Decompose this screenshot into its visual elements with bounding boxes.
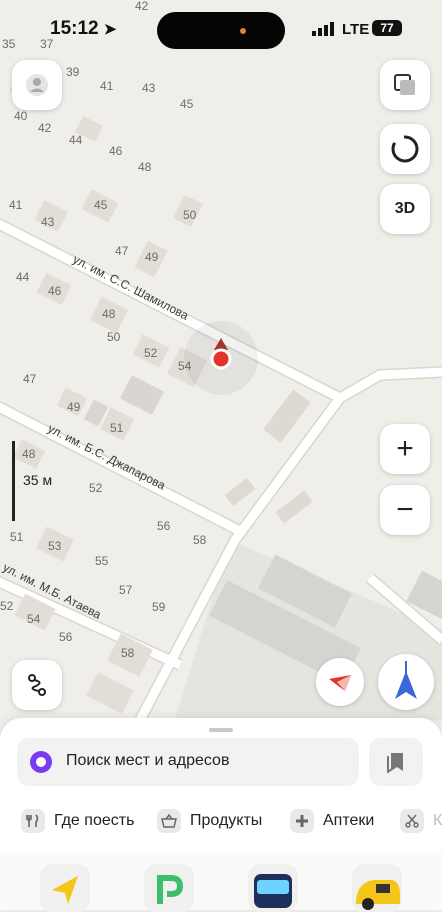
category-label: Где поесть [54, 812, 135, 829]
category-pharmacy[interactable]: Аптеки [290, 806, 374, 836]
scissors-icon [400, 809, 424, 833]
house-number: 46 [48, 284, 62, 298]
category-label: К [433, 812, 442, 829]
house-number: 44 [16, 270, 30, 284]
status-bar: 15:12 ➤ LTE 77 [0, 0, 442, 56]
route-button[interactable] [12, 660, 62, 710]
navigation-arrow-icon [395, 661, 417, 699]
house-number: 47 [23, 372, 37, 386]
house-number: 56 [157, 519, 171, 533]
house-number: 45 [180, 97, 194, 111]
house-number: 39 [66, 65, 80, 79]
house-number: 44 [69, 133, 83, 147]
basket-icon [157, 809, 181, 833]
house-number: 47 [115, 244, 129, 258]
transit-tab[interactable] [248, 864, 298, 912]
fork-knife-icon [21, 809, 45, 833]
pharmacy-cross-icon [290, 809, 314, 833]
house-number: 51 [110, 421, 124, 435]
battery-indicator: 77 [372, 20, 402, 36]
house-number: 52 [89, 481, 103, 495]
house-number: 49 [67, 400, 81, 414]
signal-icon [312, 22, 334, 36]
house-number: 53 [48, 539, 62, 553]
house-number: 45 [94, 198, 108, 212]
house-number: 56 [59, 630, 73, 644]
house-number: 41 [100, 79, 114, 93]
profile-button[interactable] [12, 60, 62, 110]
house-number: 41 [9, 198, 23, 212]
zoom-out-button[interactable]: − [380, 485, 430, 535]
category-salon[interactable]: К [400, 806, 442, 836]
clock: 15:12 ➤ [50, 18, 117, 39]
house-number: 46 [109, 144, 123, 158]
scale-label: 35 м [23, 472, 53, 488]
house-number: 43 [41, 215, 55, 229]
compass-button[interactable] [316, 658, 364, 706]
house-number: 51 [10, 530, 24, 544]
house-number: 58 [121, 646, 135, 660]
navigator-arrow-icon [52, 876, 78, 904]
user-avatar-icon [26, 74, 48, 96]
category-label: Аптеки [323, 812, 375, 829]
navigator-tab[interactable] [40, 864, 90, 912]
my-location-button[interactable] [378, 654, 434, 710]
3d-toggle-button[interactable]: 3D [380, 184, 430, 234]
services-tab-bar [0, 852, 442, 912]
location-arrow-icon: ➤ [103, 21, 117, 38]
house-number: 48 [22, 447, 36, 461]
user-location-marker[interactable] [210, 348, 232, 370]
compass-icon [329, 675, 351, 691]
search-input[interactable]: Поиск мест и адресов [17, 738, 359, 786]
house-number: 43 [142, 81, 156, 95]
taxi-tab[interactable] [352, 864, 402, 912]
house-number: 50 [107, 330, 121, 344]
house-number: 58 [193, 533, 207, 547]
bookmarks-icon [387, 753, 403, 773]
scale-bar [12, 441, 15, 521]
plus-icon: + [396, 432, 414, 465]
house-number: 59 [152, 600, 166, 614]
layers-icon [394, 74, 415, 95]
network-type: LTE [342, 21, 370, 38]
house-number: 49 [145, 250, 159, 264]
bus-icon [254, 874, 292, 908]
house-number: 50 [183, 208, 197, 222]
category-groceries[interactable]: Продукты [157, 806, 262, 836]
zoom-in-button[interactable]: + [380, 424, 430, 474]
house-number: 57 [119, 583, 133, 597]
parking-icon [157, 875, 184, 904]
bookmarks-button[interactable] [369, 738, 423, 786]
house-number: 54 [27, 612, 41, 626]
house-number: 55 [95, 554, 109, 568]
layers-button[interactable] [380, 60, 430, 110]
category-label: Продукты [190, 812, 263, 829]
house-number: 52 [144, 346, 158, 360]
sheet-grabber[interactable] [209, 728, 233, 732]
parking-tab[interactable] [144, 864, 194, 912]
dynamic-island [157, 12, 285, 49]
house-number: 48 [102, 307, 116, 321]
alice-assistant-icon[interactable] [30, 751, 52, 773]
ring-icon [391, 135, 419, 163]
category-food[interactable]: Где поесть [21, 806, 134, 836]
discovery-button[interactable] [380, 124, 430, 174]
house-number: 42 [38, 121, 52, 135]
house-number: 40 [14, 109, 28, 123]
house-number: 48 [138, 160, 152, 174]
taxi-icon [356, 880, 400, 910]
route-icon [28, 674, 46, 696]
house-number: 52 [0, 599, 14, 613]
search-placeholder: Поиск мест и адресов [66, 752, 230, 769]
minus-icon: − [396, 493, 414, 526]
